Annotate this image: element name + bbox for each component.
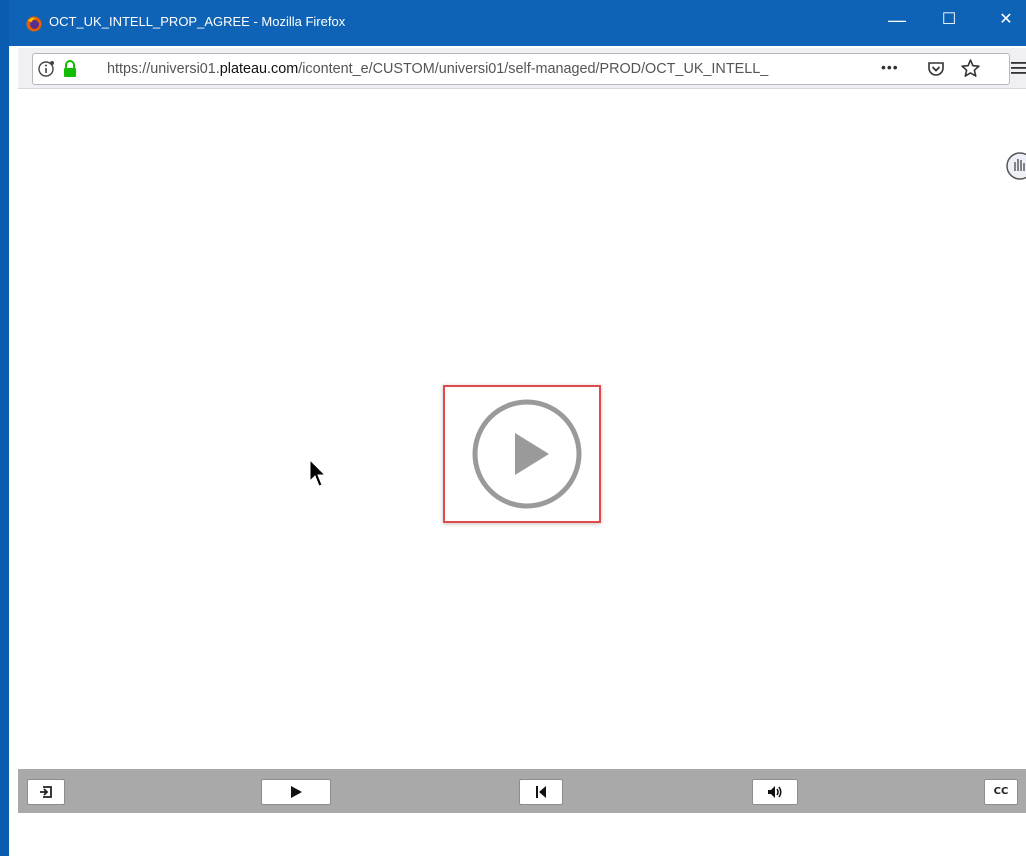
volume-button[interactable]	[752, 779, 798, 805]
pocket-icon[interactable]	[926, 59, 946, 79]
minimize-button[interactable]: —	[882, 8, 912, 32]
maximize-button[interactable]: ☐	[934, 8, 964, 32]
lock-icon[interactable]	[61, 59, 79, 79]
window-title: OCT_UK_INTELL_PROP_AGREE - Mozilla Firef…	[49, 14, 346, 29]
play-icon	[291, 786, 302, 798]
cc-label: CC	[993, 786, 1009, 797]
info-icon[interactable]	[37, 59, 57, 79]
exit-button[interactable]	[27, 779, 65, 805]
window-left-edge	[0, 0, 9, 856]
exit-icon	[40, 786, 52, 798]
skip-back-icon	[536, 786, 546, 798]
close-button[interactable]: ✕	[991, 8, 1021, 32]
play-button[interactable]	[261, 779, 331, 805]
url-prefix: https://universi01.	[107, 61, 220, 77]
play-circle-icon[interactable]	[471, 398, 583, 510]
player-control-bar: CC	[18, 769, 1026, 813]
play-highlight-box[interactable]	[443, 385, 601, 523]
firefox-icon	[26, 16, 42, 32]
url-text[interactable]: https://universi01.plateau.com/icontent_…	[107, 61, 822, 77]
rewind-button[interactable]	[519, 779, 563, 805]
url-suffix: /icontent_e/CUSTOM/universi01/self-manag…	[298, 61, 769, 77]
help-hand-icon[interactable]	[1005, 151, 1026, 181]
address-bar[interactable]: https://universi01.plateau.com/icontent_…	[32, 53, 1010, 85]
page-actions-button[interactable]: •••	[881, 59, 899, 75]
speaker-icon	[768, 786, 782, 798]
menu-icon[interactable]	[1011, 59, 1026, 77]
title-bar: OCT_UK_INTELL_PROP_AGREE - Mozilla Firef…	[9, 0, 1026, 46]
bookmark-star-icon[interactable]	[960, 58, 981, 79]
mouse-cursor-icon	[309, 459, 327, 487]
navigation-toolbar: https://universi01.plateau.com/icontent_…	[18, 48, 1026, 89]
cc-button[interactable]: CC	[984, 779, 1018, 805]
url-domain: plateau.com	[219, 61, 299, 77]
